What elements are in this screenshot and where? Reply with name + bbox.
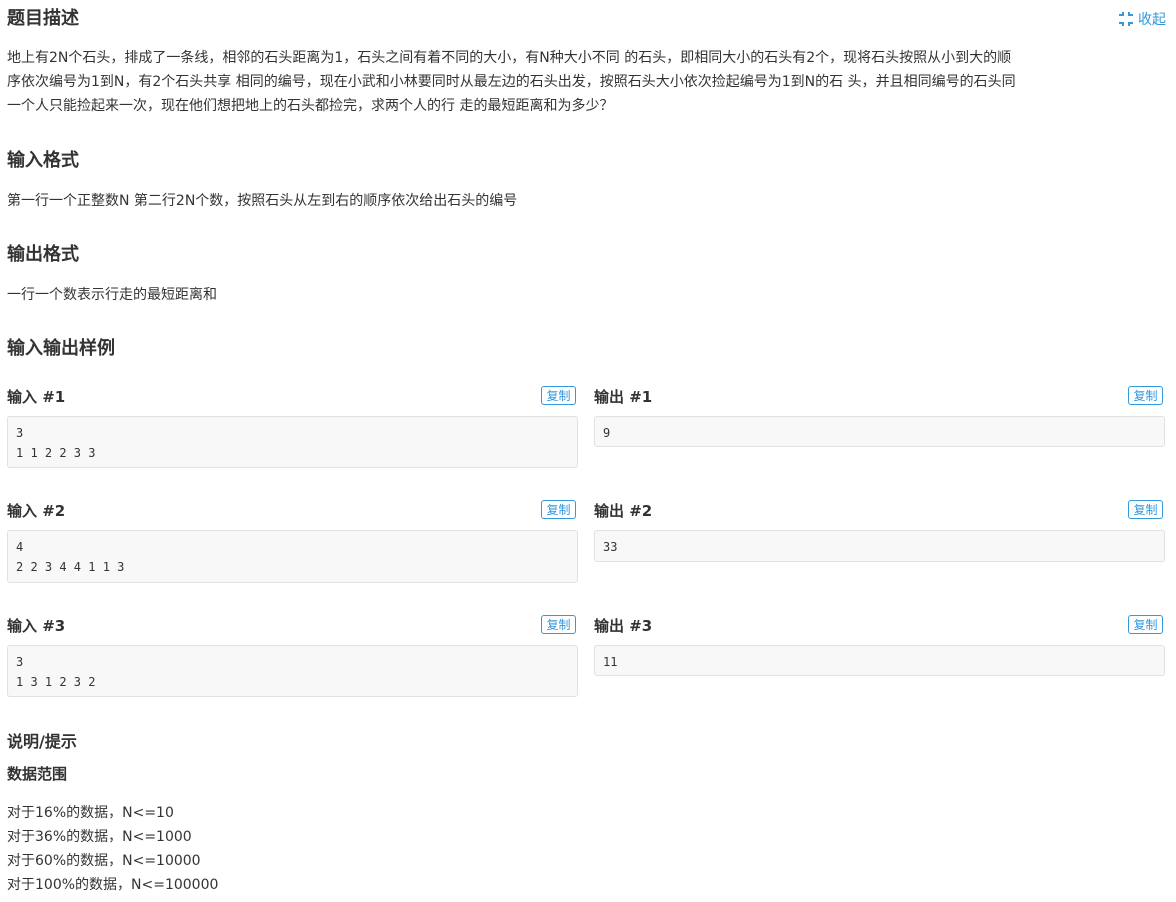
input-format-title: 输入格式 bbox=[7, 150, 79, 171]
input-format-text: 第一行一个正整数N 第二行2N个数，按照石头从左到右的顺序依次给出石头的编号 bbox=[7, 193, 518, 209]
copy-input-button[interactable]: 复制 bbox=[541, 386, 576, 405]
sample-input-title: 输入 #1 bbox=[7, 388, 66, 406]
sample-input-title: 输入 #3 bbox=[7, 617, 66, 635]
sample-input-box: 4 2 2 3 4 4 1 1 3 bbox=[7, 530, 578, 583]
sample-output-title: 输出 #3 bbox=[594, 617, 653, 635]
sample-input-box: 3 1 1 2 2 3 3 bbox=[7, 416, 578, 468]
copy-output-button[interactable]: 复制 bbox=[1128, 386, 1163, 405]
sample-output-title: 输出 #2 bbox=[594, 502, 653, 520]
sample-output-box: 9 bbox=[594, 416, 1165, 447]
copy-input-button[interactable]: 复制 bbox=[541, 500, 576, 519]
sample-output-box: 33 bbox=[594, 530, 1165, 562]
data-range-item: 对于36%的数据，N<=1000 bbox=[7, 829, 192, 845]
sample-input-title: 输入 #2 bbox=[7, 502, 66, 520]
data-range-list: 对于16%的数据，N<=10 对于36%的数据，N<=1000 对于60%的数据… bbox=[7, 801, 218, 897]
collapse-button[interactable]: 收起 bbox=[1118, 9, 1166, 29]
data-range-item: 对于60%的数据，N<=10000 bbox=[7, 853, 201, 869]
description-title: 题目描述 bbox=[7, 8, 79, 29]
output-format-title: 输出格式 bbox=[7, 244, 79, 265]
sample-input-box: 3 1 3 1 2 3 2 bbox=[7, 645, 578, 697]
data-range-item: 对于100%的数据，N<=100000 bbox=[7, 877, 219, 893]
sample-output-box: 11 bbox=[594, 645, 1165, 676]
collapse-label: 收起 bbox=[1138, 12, 1166, 28]
data-range-subtitle: 数据范围 bbox=[7, 765, 68, 783]
hint-title: 说明/提示 bbox=[7, 732, 77, 751]
data-range-item: 对于16%的数据，N<=10 bbox=[7, 805, 174, 821]
output-format-text: 一行一个数表示行走的最短距离和 bbox=[7, 287, 217, 303]
copy-output-button[interactable]: 复制 bbox=[1128, 615, 1163, 634]
copy-output-button[interactable]: 复制 bbox=[1128, 500, 1163, 519]
copy-input-button[interactable]: 复制 bbox=[541, 615, 576, 634]
collapse-arrows-icon bbox=[1118, 12, 1134, 26]
description-text: 地上有2N个石头，排成了一条线，相邻的石头距离为1，石头之间有着不同的大小，有N… bbox=[7, 50, 1016, 114]
sample-output-title: 输出 #1 bbox=[594, 388, 653, 406]
samples-title: 输入输出样例 bbox=[7, 338, 115, 359]
problem-page: 题目描述 收起 地上有2N个石头，排成了一条线，相邻的石头距离为1，石头之间有着… bbox=[0, 0, 1176, 902]
